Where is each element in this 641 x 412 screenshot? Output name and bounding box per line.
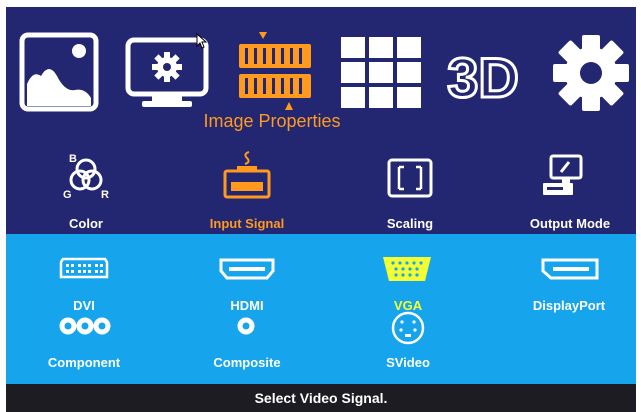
input-signal-label: Input Signal bbox=[209, 216, 285, 231]
displayport-label: DisplayPort bbox=[532, 298, 606, 313]
component-label: Component bbox=[47, 355, 121, 370]
hdmi-label: HDMI bbox=[230, 298, 264, 313]
composite-label: Composite bbox=[213, 355, 281, 370]
svideo-label: SVideo bbox=[386, 355, 430, 370]
grid-layout-icon[interactable] bbox=[341, 37, 423, 109]
color-letter-g: G bbox=[63, 189, 72, 200]
svideo-port-icon[interactable] bbox=[390, 310, 426, 346]
osd-menu: Image Properties 3D B G R Color Input Si… bbox=[6, 7, 636, 412]
output-monitor-icon[interactable] bbox=[541, 154, 585, 198]
component-ports-icon[interactable] bbox=[59, 316, 111, 336]
picture-icon[interactable] bbox=[19, 32, 99, 112]
displayport-icon[interactable] bbox=[541, 258, 599, 280]
scaling-icon[interactable] bbox=[387, 158, 433, 198]
image-properties-icon[interactable] bbox=[235, 32, 315, 114]
status-bar: Select Video Signal. bbox=[6, 384, 636, 412]
vga-port-icon[interactable] bbox=[381, 255, 433, 283]
main-menu-panel: Image Properties 3D B G R Color Input Si… bbox=[6, 7, 636, 234]
rgb-color-icon[interactable]: B G R bbox=[61, 152, 111, 200]
3d-icon[interactable]: 3D bbox=[441, 45, 526, 105]
input-connector-icon[interactable] bbox=[221, 150, 273, 200]
output-mode-label: Output Mode bbox=[529, 216, 611, 231]
gear-icon[interactable] bbox=[551, 33, 631, 113]
color-label: Color bbox=[69, 216, 103, 231]
composite-port-icon[interactable] bbox=[236, 316, 256, 336]
input-signal-panel: DVI HDMI VGA DisplayPort Component Compo… bbox=[6, 234, 636, 384]
mouse-cursor-icon bbox=[196, 33, 208, 49]
scaling-label: Scaling bbox=[386, 216, 434, 231]
dvi-label: DVI bbox=[73, 298, 95, 313]
dvi-port-icon[interactable] bbox=[59, 257, 109, 279]
3d-text: 3D bbox=[447, 46, 519, 105]
color-letter-r: R bbox=[101, 189, 109, 200]
hdmi-port-icon[interactable] bbox=[219, 258, 275, 280]
image-properties-label: Image Properties bbox=[203, 111, 341, 131]
color-letter-b: B bbox=[69, 153, 77, 165]
